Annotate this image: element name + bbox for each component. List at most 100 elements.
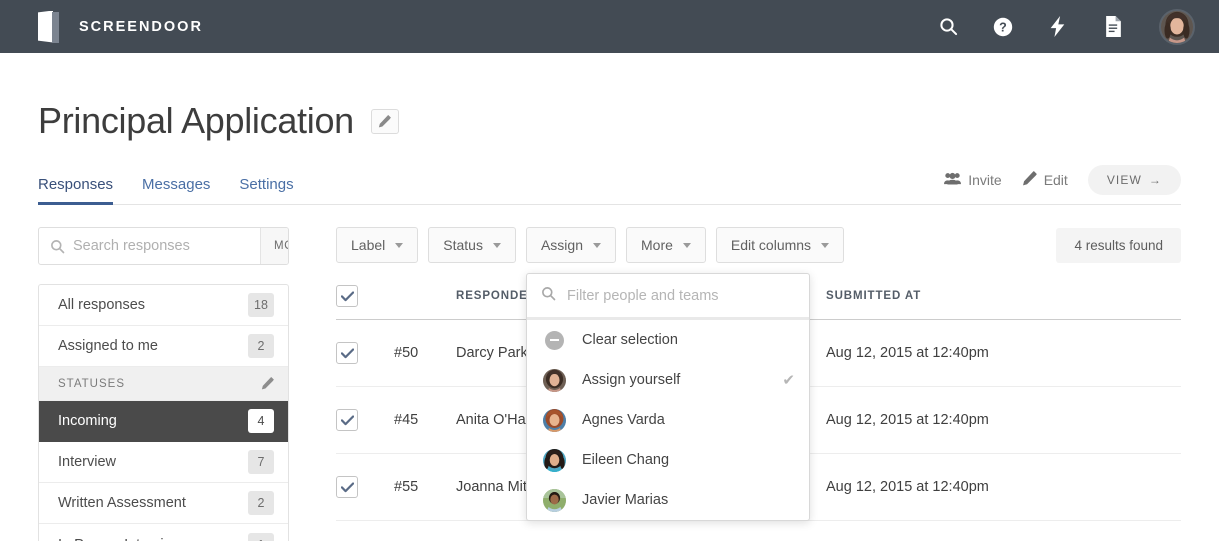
row-id-link[interactable]: #51 xyxy=(394,520,456,541)
avatar xyxy=(543,408,566,432)
search-responses-box: MORE... xyxy=(38,227,289,265)
row-submitted-at: Aug 12, 2015 at 12:40pm xyxy=(826,386,1181,454)
select-all-checkbox[interactable] xyxy=(336,285,358,307)
view-label: VIEW xyxy=(1106,173,1142,187)
document-icon[interactable] xyxy=(1100,14,1126,40)
sidebar-item-incoming[interactable]: Incoming 4 xyxy=(39,401,288,442)
assign-option-javier-marias[interactable]: Javier Marias xyxy=(527,480,809,520)
assign-dropdown-panel: Clear selection Assign yourself ✔ xyxy=(526,273,810,521)
sidebar-item-all-responses[interactable]: All responses 18 xyxy=(39,285,288,326)
sidebar-section-label: STATUSES xyxy=(58,377,125,390)
tab-messages[interactable]: Messages xyxy=(142,176,210,204)
row-submitted-at: Aug 12, 2015 at 12:40pm xyxy=(826,520,1181,541)
sidebar-section-statuses: STATUSES xyxy=(39,367,288,401)
assign-option-assign-yourself[interactable]: Assign yourself ✔ xyxy=(527,360,809,400)
id-header xyxy=(394,285,456,320)
button-label: Assign xyxy=(540,237,583,253)
sidebar-item-interview[interactable]: Interview 7 xyxy=(39,442,288,483)
button-label: Label xyxy=(351,237,386,253)
page-title: Principal Application xyxy=(38,100,354,141)
row-submitted-at: Aug 12, 2015 at 12:40pm xyxy=(826,319,1181,387)
label-dropdown-button[interactable]: Label xyxy=(336,227,419,263)
sidebar-item-count: 18 xyxy=(248,293,274,317)
row-checkbox[interactable] xyxy=(336,476,358,498)
option-label: Assign yourself xyxy=(582,372,681,388)
status-dropdown-button[interactable]: Status xyxy=(428,227,516,263)
search-icon[interactable] xyxy=(935,14,961,40)
sidebar-item-label: In Person Interview xyxy=(58,537,182,541)
button-label: Status xyxy=(443,237,483,253)
sidebar-item-assigned-to-me[interactable]: Assigned to me 2 xyxy=(39,326,288,367)
submitted-at-header: SUBMITTED AT xyxy=(826,285,1181,320)
assign-option-eileen-chang[interactable]: Eileen Chang xyxy=(527,440,809,480)
more-dropdown-button[interactable]: More xyxy=(626,227,706,263)
sidebar: MORE... All responses 18 Assigned to me … xyxy=(38,227,289,541)
chevron-down-icon xyxy=(682,242,691,248)
tab-settings[interactable]: Settings xyxy=(239,176,293,204)
avatar xyxy=(543,488,566,512)
user-avatar[interactable] xyxy=(1159,8,1195,45)
select-all-header xyxy=(336,285,394,320)
minus-circle-icon xyxy=(545,330,564,350)
sidebar-item-label: Written Assessment xyxy=(58,495,186,511)
chevron-down-icon xyxy=(821,242,830,248)
sidebar-item-count: 1 xyxy=(248,532,274,541)
page-container: Principal Application Responses Messages… xyxy=(0,53,1219,541)
sidebar-item-count: 2 xyxy=(248,491,274,515)
avatar xyxy=(543,448,566,472)
responses-toolbar: Label Status Assign More Edit columns 4 … xyxy=(336,227,1181,263)
row-checkbox[interactable] xyxy=(336,409,358,431)
edit-statuses-pencil-icon[interactable] xyxy=(261,377,274,390)
edit-title-button[interactable] xyxy=(370,108,399,134)
sidebar-item-label: Assigned to me xyxy=(58,338,158,354)
option-label: Clear selection xyxy=(582,332,678,348)
edit-label: Edit xyxy=(1043,172,1068,188)
brand-name: SCREENDOOR xyxy=(79,18,203,35)
sidebar-item-in-person-interview[interactable]: In Person Interview 1 xyxy=(39,524,288,541)
brand-logo[interactable]: SCREENDOOR xyxy=(38,10,203,43)
assign-option-agnes-varda[interactable]: Agnes Varda xyxy=(527,400,809,440)
tab-bar: Responses Messages Settings Invite Edit … xyxy=(38,165,1181,205)
tabs: Responses Messages Settings xyxy=(38,176,294,205)
row-respondent: Stuart Hendricks xyxy=(456,520,826,541)
arrow-right-icon: → xyxy=(1148,173,1162,187)
avatar xyxy=(543,368,566,392)
row-submitted-at: Aug 12, 2015 at 12:40pm xyxy=(826,453,1181,521)
button-label: More xyxy=(641,237,673,253)
sidebar-item-count: 7 xyxy=(248,450,274,474)
sidebar-item-written-assessment[interactable]: Written Assessment 2 xyxy=(39,483,288,524)
row-id-link[interactable]: #55 xyxy=(394,453,456,521)
sidebar-item-count: 2 xyxy=(248,334,274,358)
tab-responses[interactable]: Responses xyxy=(38,176,114,205)
assign-filter-input[interactable] xyxy=(567,287,799,304)
edit-columns-dropdown-button[interactable]: Edit columns xyxy=(715,227,845,263)
row-checkbox[interactable] xyxy=(336,342,358,364)
row-id-link[interactable]: #45 xyxy=(394,386,456,454)
sidebar-item-label: All responses xyxy=(58,297,146,313)
view-button[interactable]: VIEW → xyxy=(1087,165,1181,195)
title-row: Principal Application xyxy=(38,53,1181,142)
edit-button[interactable]: Edit xyxy=(1022,171,1068,189)
row-id-link[interactable]: #50 xyxy=(394,319,456,387)
pencil-icon xyxy=(1022,171,1037,189)
bolt-icon[interactable] xyxy=(1045,14,1071,40)
sidebar-item-count: 4 xyxy=(248,409,274,433)
assign-dropdown-button[interactable]: Assign xyxy=(525,227,616,263)
assign-filter-box xyxy=(527,274,809,320)
option-label: Javier Marias xyxy=(582,492,669,508)
invite-label: Invite xyxy=(968,172,1002,188)
invite-button[interactable]: Invite xyxy=(944,172,1002,188)
search-icon xyxy=(541,286,556,306)
table-row[interactable]: #51 Stuart Hendricks Aug 12, 2015 at 12:… xyxy=(336,520,1181,541)
top-navigation-bar: SCREENDOOR ? xyxy=(0,0,1219,53)
sidebar-item-label: Incoming xyxy=(58,413,117,429)
results-count: 4 results found xyxy=(1056,227,1181,263)
check-icon: ✔ xyxy=(782,372,795,389)
search-more-button[interactable]: MORE... xyxy=(260,228,288,264)
people-icon xyxy=(944,172,962,188)
header-actions: Invite Edit VIEW → xyxy=(944,165,1181,204)
assign-option-clear-selection[interactable]: Clear selection xyxy=(527,320,809,360)
help-icon[interactable]: ? xyxy=(990,14,1016,40)
search-input[interactable] xyxy=(73,238,260,254)
main-content: Label Status Assign More Edit columns 4 … xyxy=(336,227,1181,541)
